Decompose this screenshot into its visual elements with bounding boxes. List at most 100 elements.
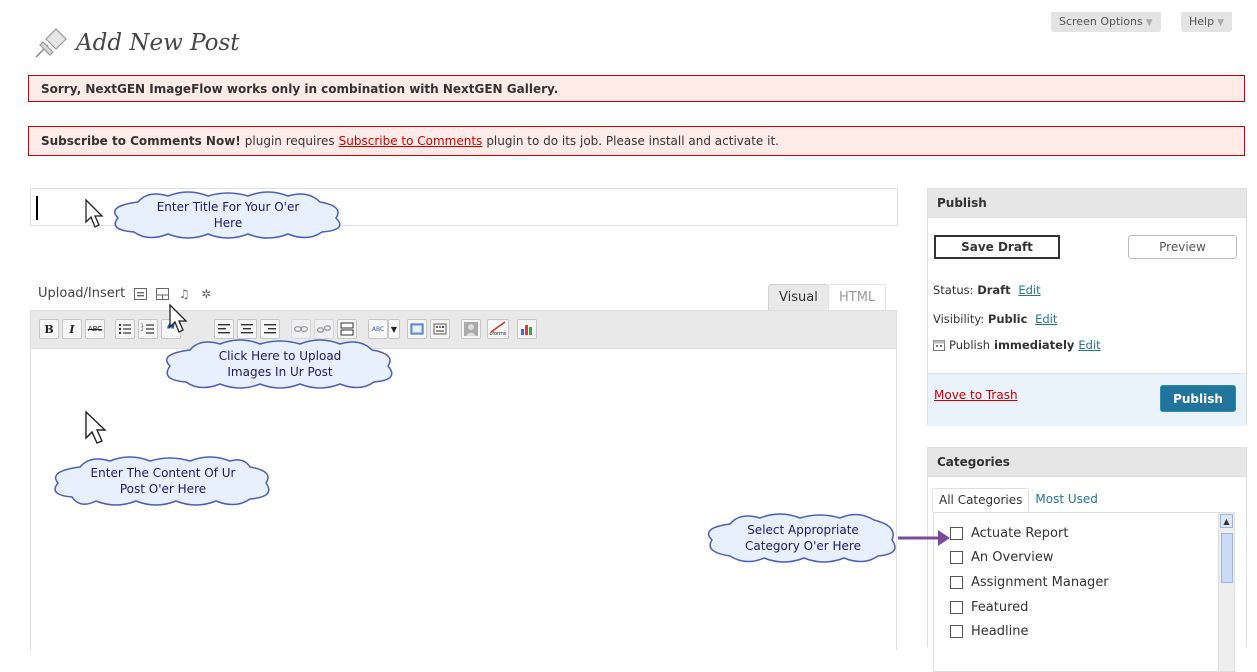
imageflow-notice: Sorry, NextGEN ImageFlow works only in c… — [28, 75, 1245, 102]
align-right-button[interactable] — [260, 319, 280, 339]
category-callout-text: Select Appropriate Category O'er Here — [745, 523, 861, 553]
tab-html[interactable]: HTML — [828, 284, 887, 311]
category-tabs: All Categories Most Used — [932, 488, 1104, 511]
subscribe-notice-bold: Subscribe to Comments Now! — [41, 134, 241, 148]
category-checkbox[interactable] — [950, 576, 963, 589]
tab-all-categories[interactable]: All Categories — [932, 488, 1030, 511]
categories-box-heading: Categories — [928, 448, 1246, 477]
status-value: Draft — [977, 283, 1011, 297]
chevron-down-icon[interactable]: ▼ — [388, 319, 400, 339]
status-line: Status: Draft Edit — [933, 283, 1041, 297]
wp-add-new-post-page: Screen Options ▼ Help ▼ Add New Post Sorry… — [0, 0, 1257, 672]
chart-insert-button[interactable] — [517, 319, 537, 339]
publish-button[interactable]: Publish — [1160, 385, 1236, 412]
cforms-button[interactable]: cforms — [487, 319, 509, 339]
category-label: Featured — [971, 600, 1029, 615]
tab-most-used[interactable]: Most Used — [1029, 488, 1104, 511]
page-title: Add New Post — [76, 30, 240, 56]
show-kitchen-sink-button[interactable] — [430, 319, 450, 339]
screen-options-button[interactable]: Screen Options ▼ — [1051, 12, 1161, 32]
category-item[interactable]: Featured — [950, 600, 1028, 615]
category-checkbox[interactable] — [950, 551, 963, 564]
category-checkbox[interactable] — [950, 625, 963, 638]
category-label: Actuate Report — [971, 526, 1069, 541]
category-label: An Overview — [971, 550, 1054, 565]
subscribe-notice-post: plugin to do its job. Please install and… — [486, 134, 779, 148]
status-edit-link[interactable]: Edit — [1018, 283, 1040, 297]
title-callout: Enter Title For Your O'er Here — [108, 190, 348, 240]
add-video-icon[interactable] — [155, 287, 169, 301]
category-item[interactable]: An Overview — [950, 550, 1053, 565]
category-checkbox[interactable] — [950, 601, 963, 614]
spellcheck-button[interactable]: ABC — [368, 319, 388, 339]
insert-link-button[interactable] — [291, 319, 311, 339]
schedule-value: immediately — [994, 338, 1075, 352]
publish-box: Publish Save Draft Preview Status: Draft… — [927, 188, 1247, 426]
help-label: Help — [1189, 15, 1215, 28]
chevron-down-icon: ▼ — [1145, 18, 1153, 28]
bullet-list-button[interactable] — [115, 319, 135, 339]
visibility-label: Visibility: — [933, 312, 985, 326]
subscribe-to-comments-link[interactable]: Subscribe to Comments — [339, 134, 483, 148]
numbered-list-button[interactable]: 12 — [138, 319, 158, 339]
page-header: Add New Post — [32, 26, 240, 60]
title-callout-text: Enter Title For Your O'er Here — [156, 200, 300, 230]
unlink-button[interactable] — [314, 319, 334, 339]
calendar-icon — [933, 340, 945, 351]
category-scrollbar[interactable]: ▲ — [1218, 513, 1234, 671]
category-label: Assignment Manager — [971, 575, 1109, 590]
preview-button[interactable]: Preview — [1128, 235, 1237, 259]
category-callout: Select Appropriate Category O'er Here — [702, 512, 904, 564]
insert-more-tag-button[interactable] — [337, 319, 357, 339]
add-media-icon[interactable]: ✲ — [199, 287, 213, 301]
schedule-edit-link[interactable]: Edit — [1078, 338, 1100, 352]
status-label: Status: — [933, 283, 974, 297]
screen-options-label: Screen Options — [1059, 15, 1143, 28]
add-audio-icon[interactable]: ♫ — [177, 287, 191, 301]
text-caret — [36, 196, 38, 220]
save-draft-button[interactable]: Save Draft — [934, 235, 1060, 259]
category-label: Headline — [971, 624, 1029, 639]
avatar-insert-button[interactable] — [461, 319, 481, 339]
add-image-icon[interactable] — [133, 287, 147, 301]
bold-button[interactable]: B — [39, 319, 59, 339]
tab-visual[interactable]: Visual — [768, 284, 829, 311]
category-item[interactable]: Actuate Report — [950, 526, 1068, 541]
help-button[interactable]: Help ▼ — [1181, 12, 1232, 32]
category-checklist: Actuate Report An Overview Assignment Ma… — [933, 512, 1235, 672]
subscribe-notice-pre: plugin requires — [244, 134, 335, 148]
upload-insert-label: Upload/Insert — [38, 286, 126, 301]
chevron-down-icon: ▼ — [1217, 18, 1224, 28]
svg-text:2: 2 — [141, 327, 144, 332]
subscribe-notice: Subscribe to Comments Now! plugin requir… — [28, 126, 1245, 156]
strikethrough-button[interactable]: ABC — [85, 319, 105, 339]
upload-callout-text: Click Here to Upload Images In Ur Post — [218, 349, 342, 379]
mouse-cursor-icon — [169, 303, 188, 333]
align-left-button[interactable] — [214, 319, 234, 339]
upload-callout: Click Here to Upload Images In Ur Post — [160, 338, 400, 390]
move-to-trash-link[interactable]: Move to Trash — [934, 388, 1018, 402]
schedule-line: Publish immediately Edit — [933, 338, 1101, 352]
scroll-up-icon[interactable]: ▲ — [1220, 514, 1233, 528]
scroll-thumb[interactable] — [1221, 533, 1233, 583]
upload-insert-bar: Upload/Insert ♫ ✲ — [38, 286, 213, 301]
category-item[interactable]: Headline — [950, 624, 1028, 639]
content-callout-text: Enter The Content Of Ur Post O'er Here — [90, 466, 236, 496]
italic-button[interactable]: I — [62, 319, 82, 339]
align-center-button[interactable] — [237, 319, 257, 339]
publish-box-heading: Publish — [928, 189, 1246, 218]
mouse-cursor-icon — [85, 410, 107, 444]
arrow-icon — [898, 530, 950, 546]
major-publishing-actions: Move to Trash Publish — [928, 373, 1246, 426]
visibility-edit-link[interactable]: Edit — [1035, 312, 1057, 326]
visibility-value: Public — [987, 312, 1028, 326]
mouse-cursor-icon — [85, 198, 104, 228]
schedule-label: Publish — [949, 338, 990, 352]
categories-box: Categories All Categories Most Used Actu… — [927, 447, 1247, 672]
pushpin-icon — [35, 28, 67, 58]
imageflow-notice-text: Sorry, NextGEN ImageFlow works only in c… — [41, 81, 559, 96]
fullscreen-button[interactable] — [407, 319, 427, 339]
content-callout: Enter The Content Of Ur Post O'er Here — [50, 455, 276, 507]
visibility-line: Visibility: Public Edit — [933, 312, 1057, 326]
category-item[interactable]: Assignment Manager — [950, 575, 1109, 590]
